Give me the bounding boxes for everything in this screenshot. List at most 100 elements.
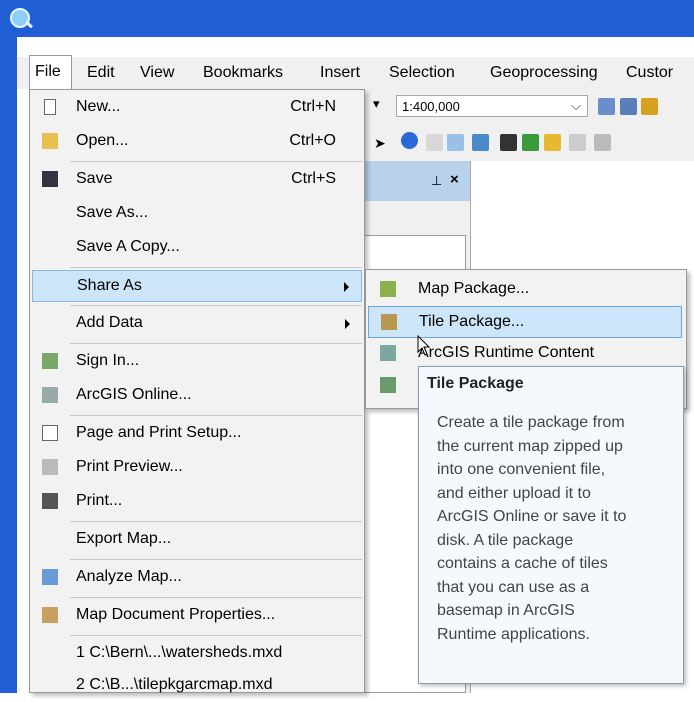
menu-edit[interactable]: Edit	[87, 64, 115, 82]
menu-separator	[70, 635, 362, 636]
menu-item-save[interactable]: Save Ctrl+S	[32, 164, 362, 196]
menu-item-analyze-map[interactable]: Analyze Map...	[32, 562, 362, 594]
menu-separator	[70, 521, 362, 522]
menu-bookmarks[interactable]: Bookmarks	[203, 64, 283, 82]
menu-item-recent-file-2[interactable]: 2 C:\B...\tilepkgarcmap.mxd	[32, 670, 362, 702]
menu-geoprocessing[interactable]: Geoprocessing	[490, 64, 598, 82]
properties-icon	[42, 607, 58, 623]
menu-item-label: Print...	[76, 492, 123, 509]
menu-item-export-map[interactable]: Export Map...	[32, 524, 362, 556]
measure-icon[interactable]	[472, 134, 489, 151]
viewer-icon[interactable]	[594, 134, 611, 151]
menu-item-label: Save	[76, 170, 113, 187]
submenu-item-label: ArcGIS Runtime Content	[418, 344, 595, 361]
menu-separator	[70, 559, 362, 560]
table-icon[interactable]	[620, 98, 637, 115]
menu-item-open[interactable]: Open... Ctrl+O	[32, 126, 362, 158]
menu-separator	[70, 305, 362, 306]
close-icon[interactable]: ×	[450, 171, 459, 188]
menu-separator	[70, 161, 362, 162]
tooltip-line: into one convenient file,	[437, 461, 606, 478]
menu-item-label: Page and Print Setup...	[76, 424, 242, 441]
menu-item-label: Print Preview...	[76, 458, 183, 475]
go-to-xy-icon[interactable]	[544, 134, 561, 151]
tooltip-line: the current map zipped up	[437, 437, 623, 455]
map-scale-value: 1:400,000	[402, 99, 460, 114]
page-setup-icon	[42, 425, 58, 441]
menu-item-label: Map Document Properties...	[76, 606, 276, 623]
menu-separator	[70, 267, 362, 268]
submenu-item-tile-package[interactable]: Tile Package...	[368, 306, 682, 338]
window-frame	[0, 37, 17, 693]
menu-item-add-data[interactable]: Add Data	[32, 308, 362, 340]
menu-item-label: Add Data	[76, 314, 143, 331]
map-scale-combobox[interactable]: 1:400,000 ⌵	[396, 95, 588, 117]
arcgis-online-icon	[42, 387, 58, 403]
analyze-map-icon	[42, 569, 58, 585]
open-folder-icon	[42, 133, 58, 149]
menu-item-label: ArcGIS Online...	[76, 386, 192, 403]
runtime-content-icon	[380, 345, 396, 361]
select-elements-icon[interactable]: ➤	[374, 135, 386, 152]
menu-item-save-a-copy[interactable]: Save A Copy...	[32, 232, 362, 264]
arcmap-app-icon[interactable]	[10, 8, 30, 28]
submenu-item-map-package[interactable]: Map Package...	[368, 274, 682, 306]
menu-item-new[interactable]: New... Ctrl+N	[32, 92, 362, 124]
menu-item-sign-in[interactable]: Sign In...	[32, 346, 362, 378]
submenu-item-label: Tile Package...	[419, 313, 525, 330]
title-bar	[0, 0, 694, 37]
menu-item-label: Share As	[77, 277, 142, 294]
menu-file[interactable]: File	[29, 55, 72, 89]
menu-item-page-print-setup[interactable]: Page and Print Setup...	[32, 418, 362, 450]
menu-item-label: Open...	[76, 132, 129, 149]
file-dropdown-menu: New... Ctrl+N Open... Ctrl+O Save Ctrl+S…	[29, 89, 365, 693]
submenu-arrow-icon	[344, 282, 349, 292]
tooltip-line: disk. A tile package	[437, 531, 574, 549]
menu-item-label: Analyze Map...	[76, 568, 182, 585]
editor-icon[interactable]	[598, 98, 615, 115]
submenu-arrow-icon	[345, 319, 350, 329]
chevron-down-icon[interactable]: ⌵	[571, 98, 581, 114]
menu-insert[interactable]: Insert	[320, 64, 360, 82]
menu-item-map-document-properties[interactable]: Map Document Properties...	[32, 600, 362, 632]
html-popup-icon[interactable]	[447, 134, 464, 151]
map-package-icon	[380, 281, 396, 297]
tooltip-line: that you can use as a	[437, 578, 590, 596]
submenu-item-label: Map Package...	[418, 280, 530, 297]
catalog-icon[interactable]	[641, 98, 658, 115]
menu-separator	[70, 343, 362, 344]
find-route-icon[interactable]	[522, 134, 539, 151]
find-icon[interactable]	[500, 134, 517, 151]
menu-item-label: Save A Copy...	[76, 238, 180, 255]
menu-item-shortcut: Ctrl+N	[290, 98, 336, 115]
dropdown-arrow-icon[interactable]: ▾	[373, 96, 380, 112]
menu-item-shortcut: Ctrl+O	[289, 132, 336, 149]
tooltip-line: and either upload it to	[437, 484, 591, 502]
printer-icon	[42, 493, 58, 509]
menu-item-recent-file-1[interactable]: 1 C:\Bern\...\watersheds.mxd	[32, 638, 362, 670]
service-icon	[380, 377, 396, 393]
menu-item-save-as[interactable]: Save As...	[32, 198, 362, 230]
menu-item-arcgis-online[interactable]: ArcGIS Online...	[32, 380, 362, 412]
hyperlink-icon[interactable]	[426, 134, 443, 151]
identify-icon[interactable]	[401, 132, 418, 149]
menu-selection[interactable]: Selection	[389, 64, 455, 82]
menu-item-shortcut: Ctrl+S	[291, 170, 336, 187]
menu-item-print[interactable]: Print...	[32, 486, 362, 518]
menu-item-label: Sign In...	[76, 352, 140, 369]
menu-item-print-preview[interactable]: Print Preview...	[32, 452, 362, 484]
tooltip-body: Create a tile package from the current m…	[437, 411, 681, 646]
menu-item-label: 2 C:\B...\tilepkgarcmap.mxd	[76, 676, 273, 693]
menu-view[interactable]: View	[140, 64, 174, 82]
tooltip-line: ArcGIS Online or save it to	[437, 508, 627, 525]
pin-icon[interactable]: ⊥	[431, 173, 442, 189]
sign-in-icon	[42, 353, 58, 369]
tile-package-icon	[381, 314, 397, 330]
menu-item-label: New...	[76, 98, 121, 115]
menu-customize[interactable]: Custor	[626, 64, 673, 82]
tooltip-line: basemap in ArcGIS	[437, 602, 575, 619]
time-slider-icon[interactable]	[569, 134, 586, 151]
menu-separator	[70, 597, 362, 598]
menu-item-share-as[interactable]: Share As	[32, 270, 362, 302]
tooltip-line: Create a tile package from	[437, 414, 625, 431]
